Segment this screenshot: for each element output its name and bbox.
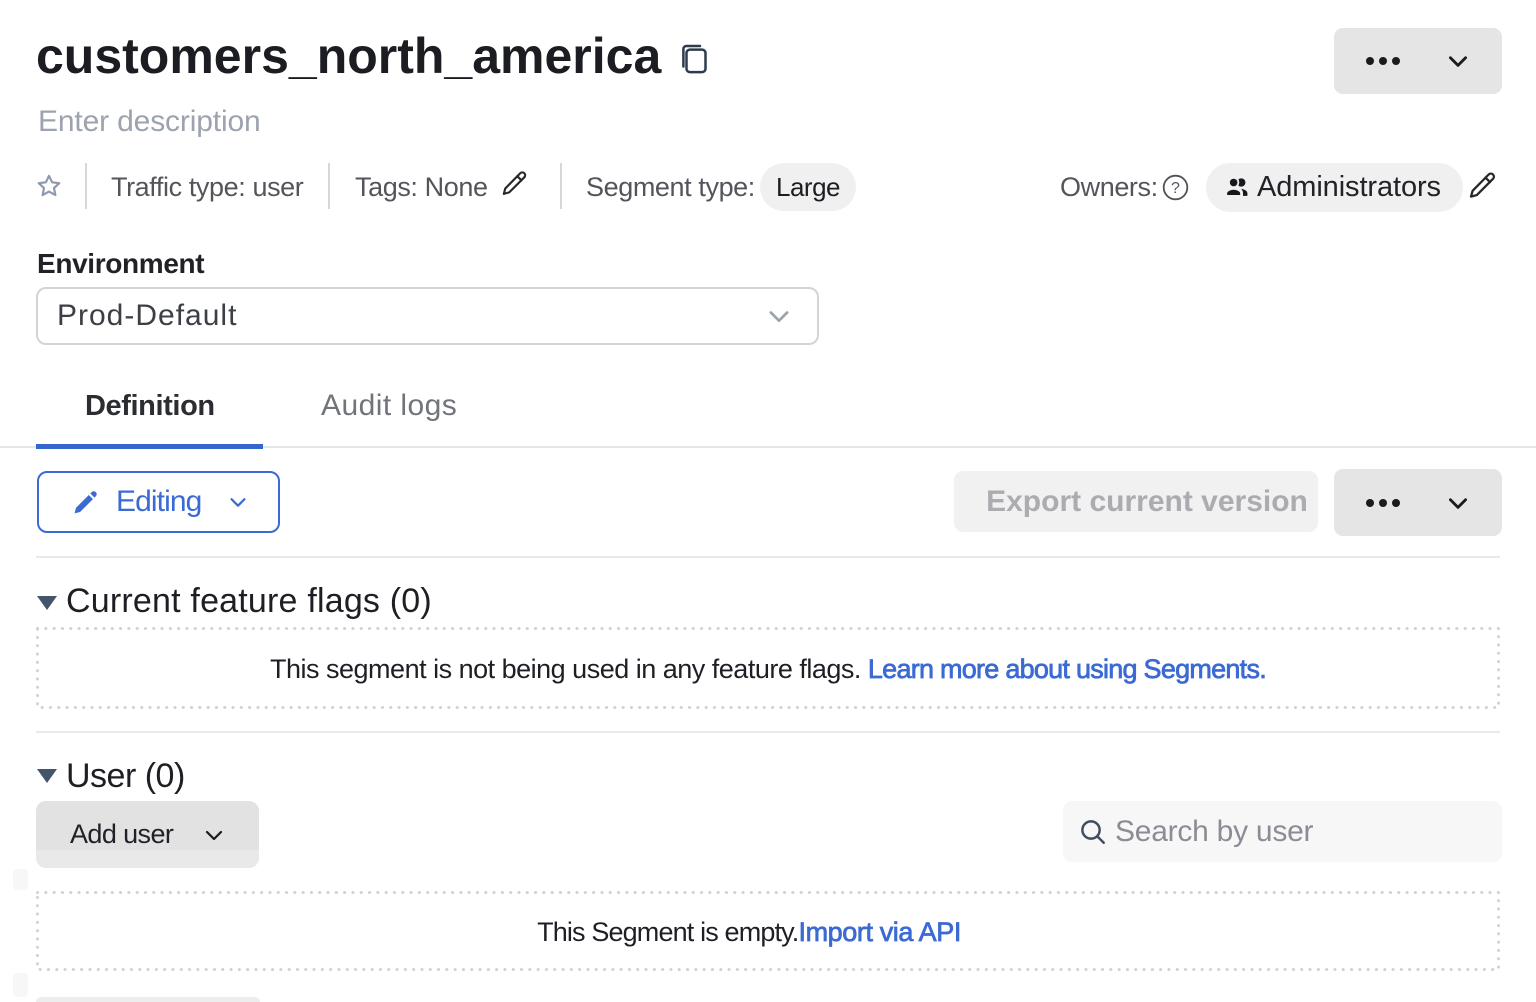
svg-text:?: ? (1171, 180, 1180, 197)
